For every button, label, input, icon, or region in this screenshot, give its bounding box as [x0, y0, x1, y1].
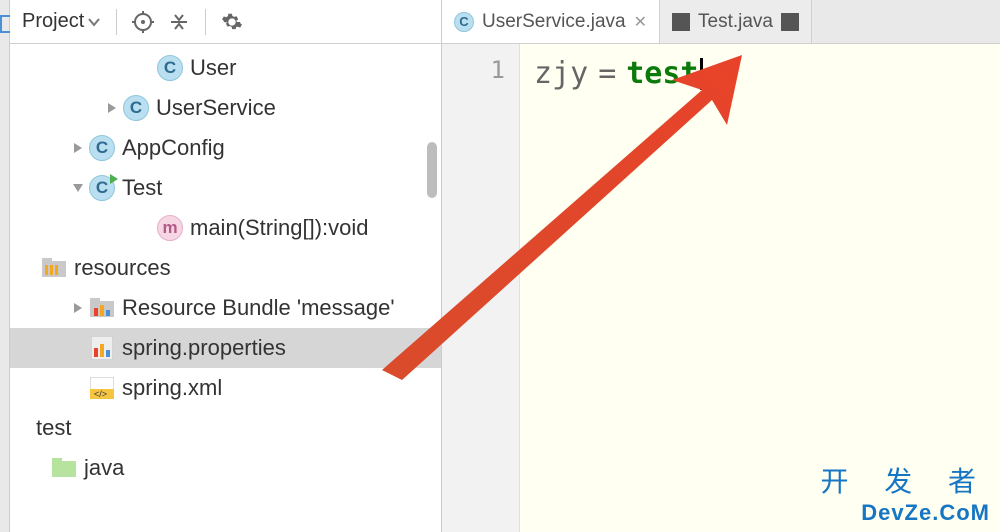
method-icon: m — [156, 214, 184, 242]
scrollbar-thumb[interactable] — [427, 142, 437, 198]
separator — [205, 9, 206, 35]
expand-arrow-icon[interactable] — [68, 178, 88, 198]
tree-item-label: spring.properties — [122, 335, 286, 361]
tree-item-test[interactable]: test — [10, 408, 441, 448]
tree-item-label: main(String[]):void — [190, 215, 369, 241]
tree-item-label: Resource Bundle 'message' — [122, 295, 395, 321]
tree-item-label: test — [36, 415, 71, 441]
tree-item-label: User — [190, 55, 236, 81]
class-icon: C — [454, 12, 474, 32]
tree-item-appconfig[interactable]: CAppConfig — [10, 128, 441, 168]
project-sidebar: Project CUserCUserServiceCAppConfigCTest… — [10, 0, 442, 532]
locate-icon[interactable] — [127, 6, 159, 38]
project-toolbar: Project — [10, 0, 441, 44]
tree-item-java[interactable]: java — [10, 448, 441, 488]
expand-arrow-icon[interactable] — [102, 98, 122, 118]
svg-text:</>: </> — [94, 389, 107, 399]
tree-item-label: UserService — [156, 95, 276, 121]
gear-icon[interactable] — [216, 6, 248, 38]
tree-item-label: java — [84, 455, 124, 481]
collapse-icon[interactable] — [163, 6, 195, 38]
expand-arrow-icon — [30, 458, 50, 478]
tree-item-label: Test — [122, 175, 162, 201]
tab-label: UserService.java — [482, 11, 626, 33]
expand-arrow-icon[interactable] — [68, 138, 88, 158]
watermark-en: DevZe.CoM — [820, 500, 990, 526]
tree-item-spring-xml[interactable]: </> spring.xml — [10, 368, 441, 408]
project-title-label: Project — [22, 10, 84, 33]
class-icon: C — [122, 94, 150, 122]
modified-icon — [781, 13, 799, 31]
tree-item-label: AppConfig — [122, 135, 225, 161]
close-icon[interactable]: ✕ — [634, 12, 647, 32]
folder-res-icon — [40, 254, 68, 282]
tree-item-user[interactable]: CUser — [10, 48, 441, 88]
left-gutter-strip — [0, 0, 10, 532]
editor-tab-test-java[interactable]: Test.java — [660, 0, 812, 43]
text-cursor — [700, 58, 703, 90]
project-tree[interactable]: CUserCUserServiceCAppConfigCTestmmain(St… — [10, 44, 441, 532]
chevron-down-icon — [88, 17, 100, 27]
editor-tabs: C UserService.java ✕ Test.java — [442, 0, 1000, 44]
expand-arrow-icon — [20, 258, 40, 278]
tree-item-userservice[interactable]: CUserService — [10, 88, 441, 128]
equals-sign: = — [598, 56, 616, 91]
xml-icon: </> — [88, 374, 116, 402]
property-value: test — [626, 56, 698, 91]
editor-area: C UserService.java ✕ Test.java 1 zjy = test — [442, 0, 1000, 532]
expand-arrow-icon — [16, 418, 36, 438]
watermark-cn: 开 发 者 — [820, 460, 990, 500]
code-line: zjy = test — [534, 56, 986, 91]
modified-icon — [672, 13, 690, 31]
tree-item-main-string-void[interactable]: mmain(String[]):void — [10, 208, 441, 248]
tree-item-resources[interactable]: resources — [10, 248, 441, 288]
project-view-selector[interactable]: Project — [16, 10, 106, 33]
tree-item-spring-properties[interactable]: spring.properties — [10, 328, 441, 368]
line-gutter: 1 — [442, 44, 520, 532]
class-run-icon: C — [88, 174, 116, 202]
expand-arrow-icon — [68, 378, 88, 398]
tree-item-label: resources — [74, 255, 171, 281]
class-icon: C — [156, 54, 184, 82]
watermark: 开 发 者 DevZe.CoM — [820, 460, 990, 526]
separator — [116, 9, 117, 35]
props-icon — [88, 334, 116, 362]
bundle-icon — [88, 294, 116, 322]
editor-body: 1 zjy = test — [442, 44, 1000, 532]
property-key: zjy — [534, 56, 588, 91]
code-area[interactable]: zjy = test — [520, 44, 1000, 532]
tree-item-resource-bundle-message-[interactable]: Resource Bundle 'message' — [10, 288, 441, 328]
expand-arrow-icon — [68, 338, 88, 358]
expand-arrow-icon — [136, 218, 156, 238]
folder-green-icon — [50, 454, 78, 482]
expand-arrow-icon[interactable] — [68, 298, 88, 318]
class-icon: C — [88, 134, 116, 162]
tree-item-test[interactable]: CTest — [10, 168, 441, 208]
tab-label: Test.java — [698, 11, 773, 33]
expand-arrow-icon — [136, 58, 156, 78]
line-number: 1 — [442, 56, 505, 84]
tree-item-label: spring.xml — [122, 375, 222, 401]
editor-tab-userservice-java[interactable]: C UserService.java ✕ — [442, 0, 660, 43]
